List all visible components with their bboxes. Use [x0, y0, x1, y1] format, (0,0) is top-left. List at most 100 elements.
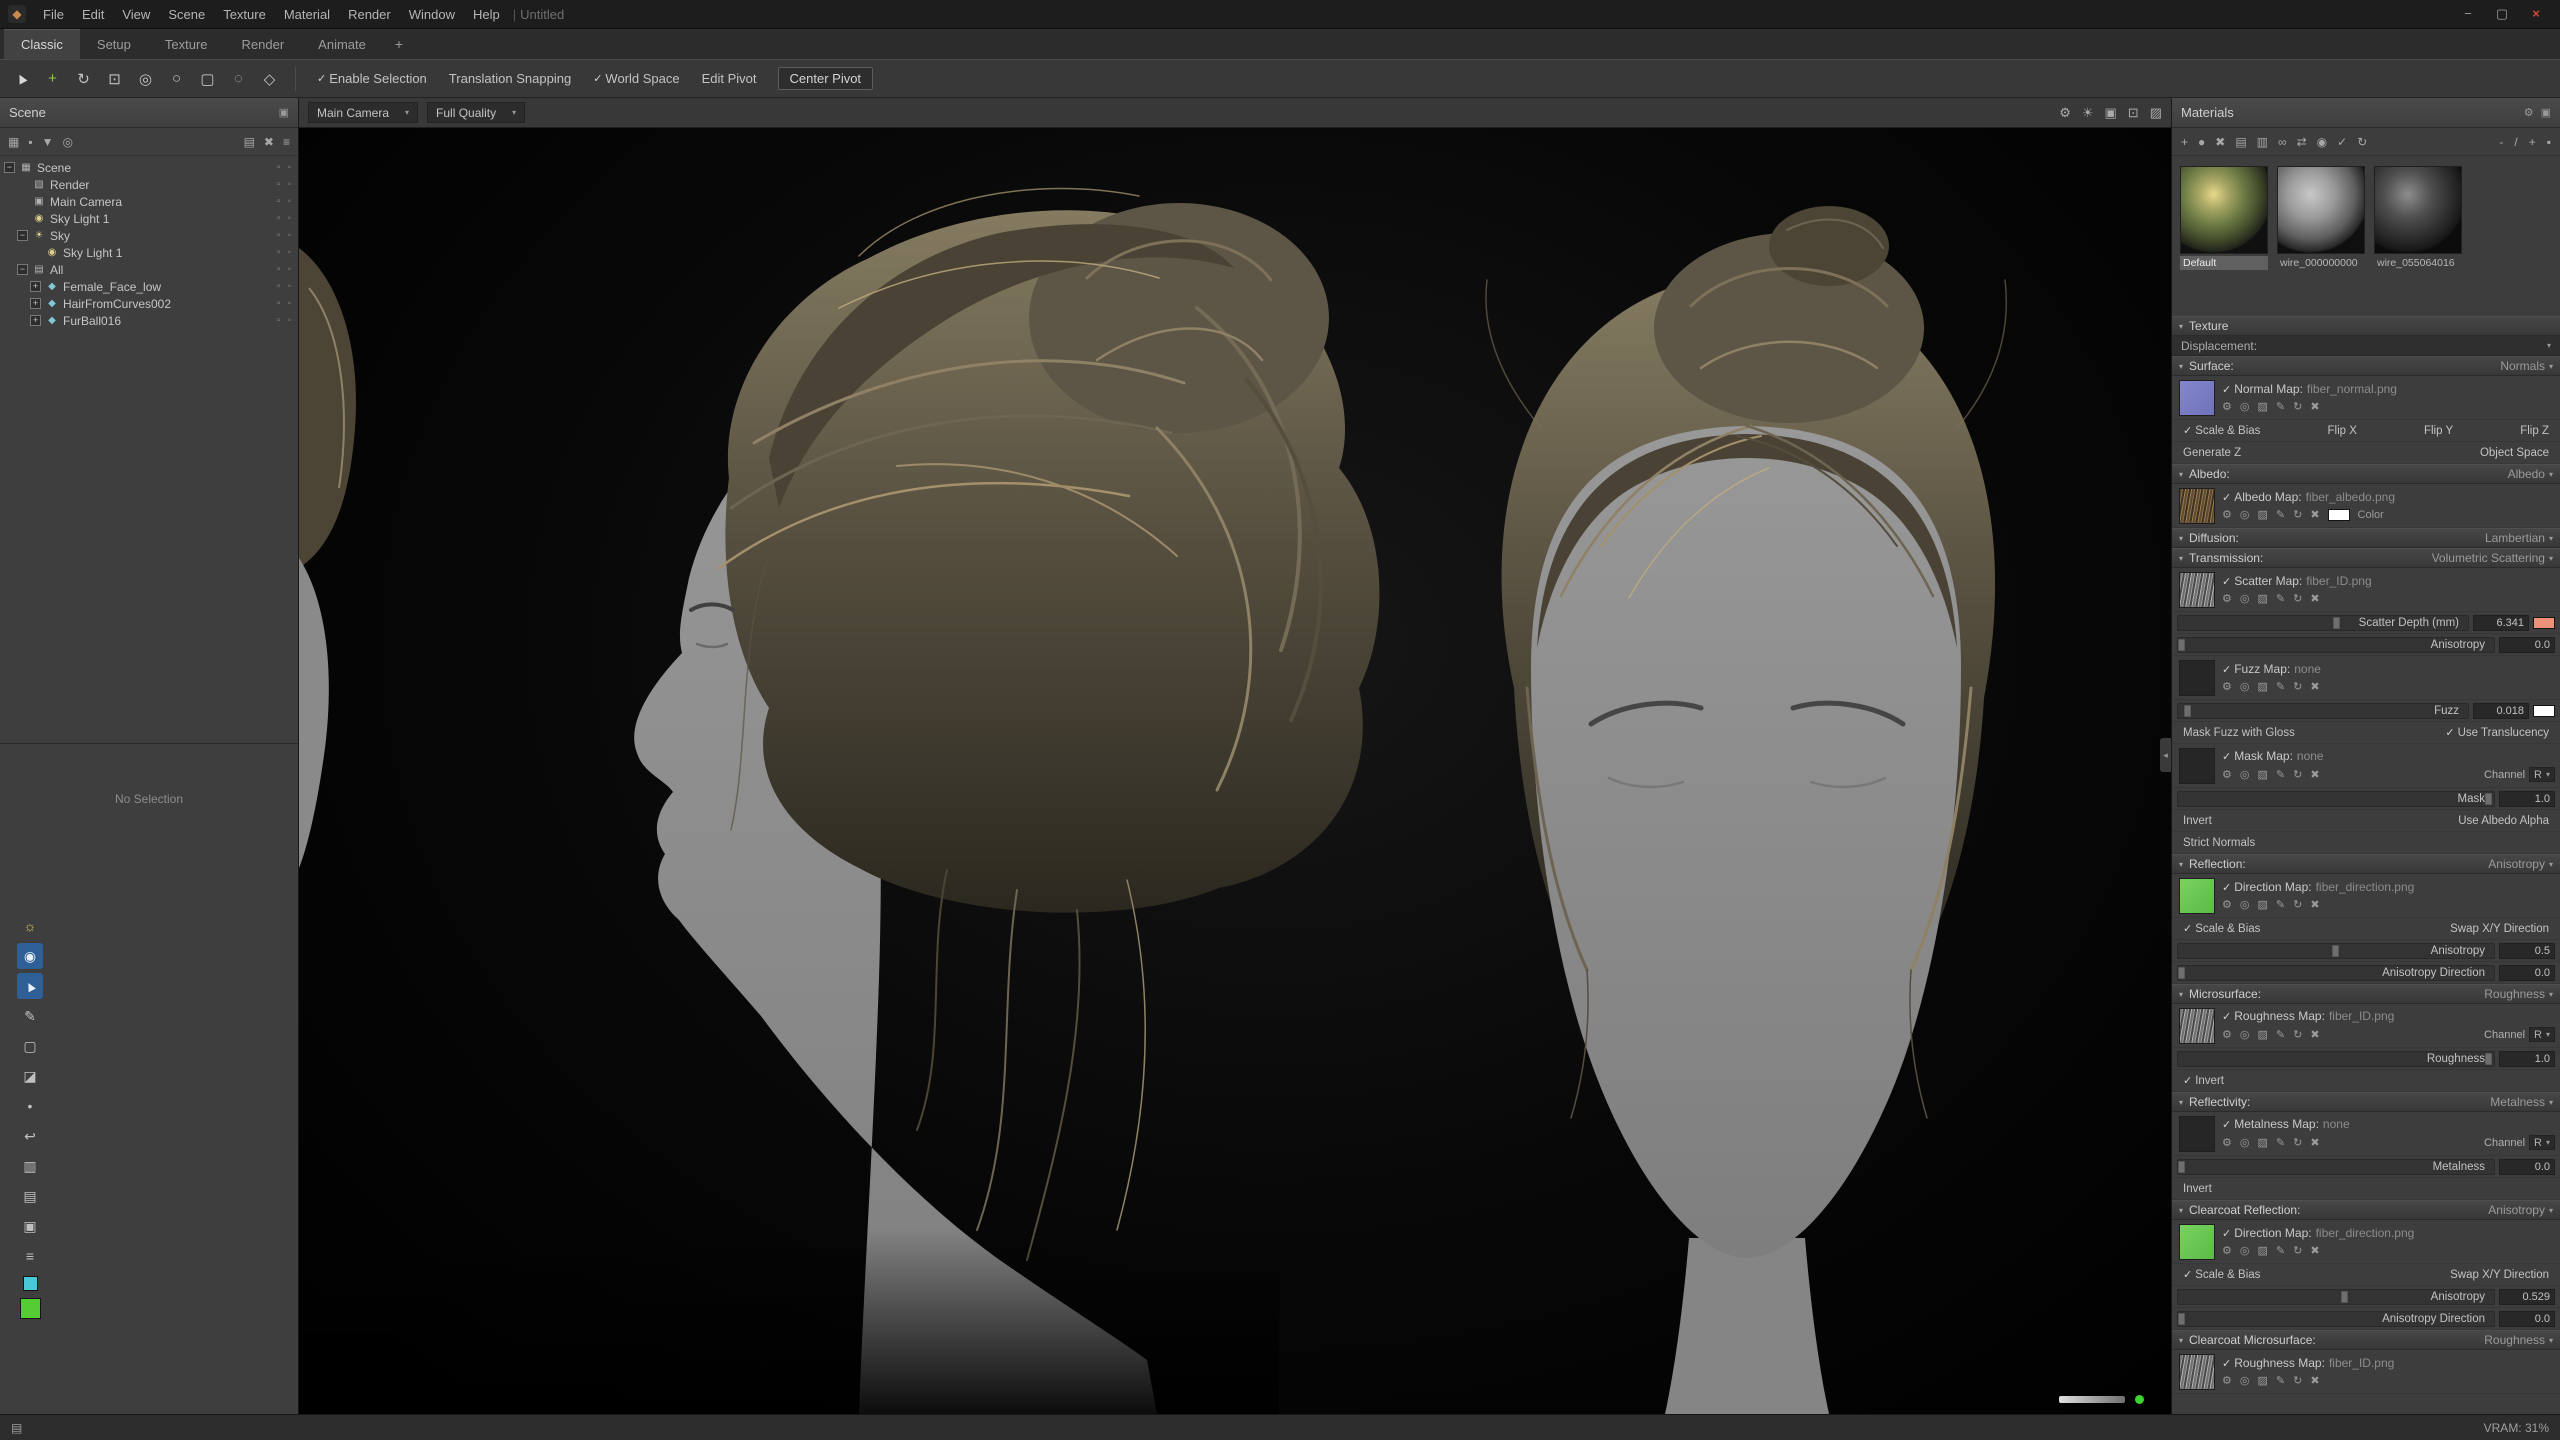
capture-icon[interactable]: ▣ — [2105, 105, 2117, 121]
metalness-value[interactable]: 0.0 — [2499, 1159, 2555, 1175]
metalness-map-thumbnail[interactable] — [2179, 1116, 2215, 1152]
settings-icon[interactable]: ⚙ — [2222, 1028, 2232, 1041]
roughness-map-thumbnail[interactable] — [2179, 1354, 2215, 1390]
popout-icon[interactable]: ▣ — [2541, 106, 2551, 119]
swap-x-y-direction-toggle[interactable]: Swap X/Y Direction — [2450, 923, 2549, 935]
settings-icon[interactable]: ⚙ — [2222, 768, 2232, 781]
clear-icon[interactable]: ✖ — [2310, 1374, 2319, 1387]
anisotropy-slider[interactable]: Anisotropy0.5 — [2172, 940, 2560, 962]
anisotropy-slider[interactable]: Anisotropy0.0 — [2172, 634, 2560, 656]
lock-icon[interactable]: ▫ — [277, 281, 281, 292]
fuzz-value[interactable]: 0.018 — [2473, 703, 2529, 719]
edit-icon[interactable]: ✎ — [2276, 400, 2285, 413]
tree-item-sky-light-1[interactable]: ◉Sky Light 1▫◦ — [0, 210, 298, 227]
edit-icon[interactable]: ✎ — [2276, 592, 2285, 605]
section-header-clearcoat-reflection[interactable]: ▾Clearcoat Reflection:Anisotropy▾ — [2172, 1200, 2560, 1220]
edit-icon[interactable]: ✎ — [2276, 768, 2285, 781]
center-pivot-button[interactable]: Center Pivot — [778, 67, 874, 90]
scale-bias-toggle[interactable]: ✓Scale & Bias — [2183, 922, 2260, 935]
reload-icon[interactable]: ↻ — [2293, 898, 2302, 911]
rotate-tool-icon[interactable]: ↻ — [70, 65, 97, 92]
reload-icon[interactable]: ↻ — [2293, 1136, 2302, 1149]
reload-icon[interactable]: ↻ — [2293, 1028, 2302, 1041]
edit-icon[interactable]: ✎ — [2276, 1028, 2285, 1041]
section-header-albedo[interactable]: ▾Albedo:Albedo▾ — [2172, 464, 2560, 484]
viewport[interactable]: Main Camera ▾ Full Quality ▾ ⚙☀▣⊡▨ — [299, 98, 2171, 1414]
menu-icon[interactable]: ≡ — [283, 135, 290, 149]
polygon-tool-icon[interactable]: ◇ — [256, 65, 283, 92]
menu-scene[interactable]: Scene — [159, 7, 214, 22]
fill-icon[interactable]: ▨ — [2257, 680, 2267, 693]
slider-handle[interactable] — [2333, 617, 2340, 629]
anisotropy-direction-slider[interactable]: Anisotropy Direction0.0 — [2172, 1308, 2560, 1330]
menu-help[interactable]: Help — [464, 7, 509, 22]
visibility-icon[interactable]: ◦ — [287, 162, 291, 173]
world-space-toggle[interactable]: ✓World Space — [593, 71, 679, 86]
section-mode-dropdown[interactable]: Metalness▾ — [2490, 1095, 2553, 1109]
tree-item-scene[interactable]: −▦Scene▫◦ — [0, 159, 298, 176]
settings-icon[interactable]: ⚙ — [2222, 1136, 2232, 1149]
reload-icon[interactable]: ↻ — [2293, 508, 2302, 521]
material-thumb-wire-055064016[interactable]: wire_055064016 — [2374, 166, 2462, 270]
visibility-icon[interactable]: ◦ — [287, 230, 291, 241]
normal-map-thumbnail[interactable] — [2179, 380, 2215, 416]
mask-slider[interactable]: Mask1.0 — [2172, 788, 2560, 810]
invert-toggle[interactable]: Invert — [2183, 815, 2212, 827]
settings-icon[interactable]: ⚙ — [2222, 1244, 2232, 1257]
tree-item-furball016[interactable]: +◆FurBall016▫◦ — [0, 312, 298, 329]
tab-animate[interactable]: Animate — [301, 29, 383, 59]
lock-icon[interactable]: ▫ — [277, 179, 281, 190]
tree-item-render[interactable]: ▧Render▫◦ — [0, 176, 298, 193]
locate-icon[interactable]: ◎ — [2240, 400, 2250, 413]
anisotropy-direction-value[interactable]: 0.0 — [2499, 1311, 2555, 1327]
roughness-slider[interactable]: Roughness1.0 — [2172, 1048, 2560, 1070]
flip-y-toggle[interactable]: Flip Y — [2424, 425, 2453, 437]
delete-icon[interactable]: ✖ — [264, 135, 274, 149]
visibility-icon[interactable]: ◦ — [287, 315, 291, 326]
tree-item-sky[interactable]: −☀Sky▫◦ — [0, 227, 298, 244]
viewport-canvas[interactable] — [299, 128, 2171, 1414]
visibility-icon[interactable]: ◦ — [287, 247, 291, 258]
edit-icon[interactable]: ✎ — [2276, 508, 2285, 521]
slider-handle[interactable] — [2341, 1291, 2348, 1303]
metalness-slider[interactable]: Metalness0.0 — [2172, 1156, 2560, 1178]
fullscreen-icon[interactable]: ⊡ — [2128, 105, 2139, 121]
fill-icon[interactable]: ▨ — [2257, 508, 2267, 521]
locate-icon[interactable]: ◎ — [2240, 508, 2250, 521]
maximize-button[interactable]: ▢ — [2486, 6, 2518, 22]
section-mode-dropdown[interactable]: Lambertian▾ — [2485, 531, 2553, 545]
close-button[interactable]: × — [2520, 6, 2552, 22]
expander-icon[interactable]: + — [30, 315, 41, 326]
menu-view[interactable]: View — [113, 7, 159, 22]
locate-icon[interactable]: ◎ — [2240, 1244, 2250, 1257]
mask-value[interactable]: 1.0 — [2499, 791, 2555, 807]
new-folder-icon[interactable]: ▤ — [244, 135, 255, 149]
fill-icon[interactable]: ▨ — [2257, 768, 2267, 781]
green-swatch[interactable] — [20, 1298, 41, 1319]
section-header-reflection[interactable]: ▾Reflection:Anisotropy▾ — [2172, 854, 2560, 874]
albedo-map-thumbnail[interactable] — [2179, 488, 2215, 524]
settings-icon[interactable]: ⚙ — [2222, 508, 2232, 521]
lock-icon[interactable]: ▫ — [277, 264, 281, 275]
invert-toggle[interactable]: Invert — [2183, 1183, 2212, 1195]
slider-handle[interactable] — [2332, 945, 2339, 957]
menu-material[interactable]: Material — [275, 7, 339, 22]
anisotropy-direction-value[interactable]: 0.0 — [2499, 965, 2555, 981]
pen-tool-icon[interactable]: ✎ — [17, 1003, 43, 1029]
new-material-icon[interactable]: + — [2180, 135, 2189, 149]
render-settings-icon[interactable]: ⚙ — [2059, 105, 2071, 121]
edit-icon[interactable]: ✎ — [2276, 898, 2285, 911]
slider-handle[interactable] — [2184, 705, 2191, 717]
roughness-map-thumbnail[interactable] — [2179, 1008, 2215, 1044]
fuzz-slider[interactable]: Fuzz0.018 — [2172, 700, 2560, 722]
fill-icon[interactable]: ▨ — [2257, 400, 2267, 413]
channel-select[interactable]: R▾ — [2529, 1135, 2555, 1150]
clear-icon[interactable]: ✖ — [2310, 592, 2319, 605]
reload-icon[interactable]: ↻ — [2293, 400, 2302, 413]
clear-icon[interactable]: ✖ — [2310, 680, 2319, 693]
direction-map-thumbnail[interactable] — [2179, 1224, 2215, 1260]
slider-handle[interactable] — [2178, 967, 2185, 979]
settings-icon[interactable]: ⚙ — [2222, 400, 2232, 413]
expander-icon[interactable]: + — [30, 281, 41, 292]
visibility-tool-icon[interactable]: ◉ — [17, 943, 43, 969]
